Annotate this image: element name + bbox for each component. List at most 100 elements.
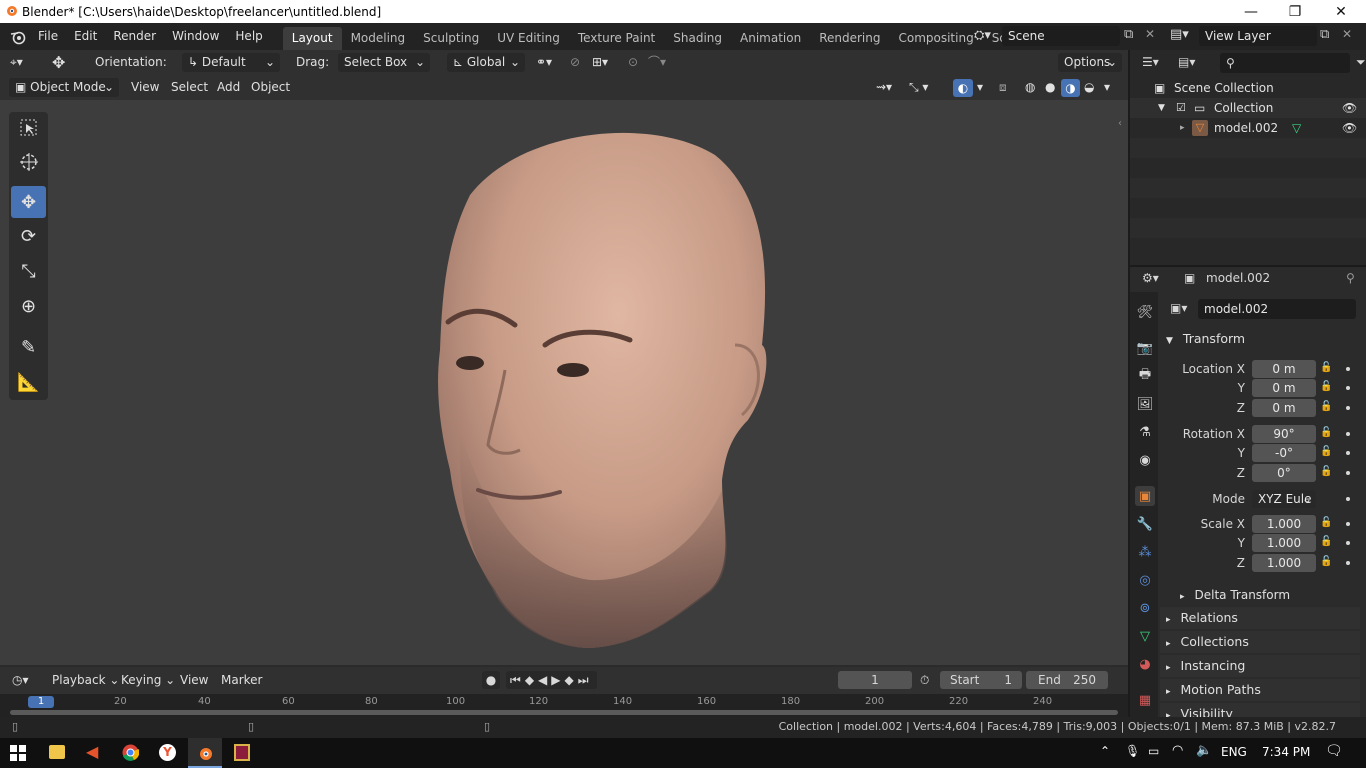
timeline-scrollbar[interactable] [10,710,1118,715]
tab-shading[interactable]: Shading [664,27,731,50]
tab-uv-editing[interactable]: UV Editing [488,27,569,50]
record-button[interactable]: ● [482,671,500,689]
world-tab-icon[interactable]: ◉ [1135,450,1155,470]
outliner-row-collection[interactable]: ▼ ☑ ▭ Collection 👁 [1130,98,1366,118]
playhead[interactable]: 1 [28,696,54,708]
proportional-edit-icon[interactable]: ⊙ [628,53,638,72]
tab-animation[interactable]: Animation [731,27,810,50]
menu-window[interactable]: Window [164,23,227,50]
battery-icon[interactable]: ▭ [1148,744,1159,758]
render-tab-icon[interactable]: 📷 [1135,338,1155,358]
chrome-icon[interactable] [122,744,140,761]
instancing-panel-header[interactable]: ▸ Instancing [1160,655,1360,677]
sidebar-toggle-icon[interactable]: ‹ [1118,118,1122,129]
tab-layout[interactable]: Layout [282,27,342,50]
current-frame-field[interactable]: 1 [838,671,912,689]
orientation-dropdown[interactable]: ↳ Default ⌄ [182,53,280,72]
viewport-menu-select[interactable]: Select [171,78,208,97]
timeline-editor-icon[interactable]: ◷▾ [12,671,29,690]
timeline-menu-marker[interactable]: Marker [221,671,262,690]
blender-menu-icon[interactable] [10,29,26,45]
keyframe-dot[interactable] [1346,406,1350,410]
measure-tool[interactable]: 📐 [11,366,46,398]
scene-name-field[interactable]: Scene [1002,26,1120,46]
menu-help[interactable]: Help [227,23,270,50]
particles-tab-icon[interactable]: ⁂ [1135,542,1155,562]
data-tab-icon[interactable]: ▽ [1135,626,1155,646]
media-player-icon[interactable]: ◀ [86,742,98,761]
scale-tool[interactable]: ⤡ [11,255,46,287]
delta-transform-subpanel[interactable]: ▸ Delta Transform [1172,584,1366,606]
notifications-icon[interactable]: 🗨 [1325,743,1343,759]
move-tool[interactable]: ✥ [11,186,46,218]
location-z-field[interactable]: 0 m [1252,399,1316,417]
modifier-tab-icon[interactable]: 🔧 [1135,514,1155,534]
keyframe-dot[interactable] [1346,386,1350,390]
scene-icon[interactable]: ⛭▾ [974,28,991,43]
relations-panel-header[interactable]: ▸ Relations [1160,607,1360,629]
yandex-browser-icon[interactable]: Y [159,744,176,761]
output-tab-icon[interactable]: 🖶 [1135,366,1155,386]
lock-icon[interactable]: 🔓 [1320,362,1332,373]
cursor-tool[interactable] [11,146,46,178]
head-model[interactable] [0,100,1128,665]
jump-start-icon[interactable]: ⏮ [510,673,525,687]
playback-menu[interactable]: Playback ⌄ [52,671,119,690]
object-name-field[interactable]: model.002 [1198,299,1356,319]
tab-sculpting[interactable]: Sculpting [414,27,488,50]
filter-icon[interactable]: ⏷ [1356,55,1366,70]
file-explorer-icon[interactable] [49,745,65,759]
scale-x-field[interactable]: 1.000 [1252,515,1316,533]
rotation-x-field[interactable]: 90° [1252,425,1316,443]
menu-file[interactable]: File [30,23,66,50]
motion-paths-panel-header[interactable]: ▸ Motion Paths [1160,679,1360,701]
object-type-icon[interactable]: ▣▾ [1170,301,1187,315]
rendered-shading-icon[interactable]: ◒ [1084,78,1094,97]
collections-panel-header[interactable]: ▸ Collections [1160,631,1360,653]
keyframe-dot[interactable] [1346,541,1350,545]
wifi-icon[interactable]: ◠ [1172,743,1183,758]
solid-shading-icon[interactable]: ● [1045,78,1055,97]
lock-icon[interactable]: 🔓 [1320,466,1332,477]
lock-icon[interactable]: 🔓 [1320,381,1332,392]
winrar-icon[interactable] [234,744,250,761]
timeline-ruler[interactable]: 1 20 40 60 80 100 120 140 160 180 200 22… [0,694,1128,717]
end-frame-field[interactable]: End 250 [1026,671,1108,689]
keyframe-dot[interactable] [1346,471,1350,475]
lock-icon[interactable]: 🔓 [1320,556,1332,567]
rotate-tool[interactable]: ⟳ [11,220,46,252]
location-y-field[interactable]: 0 m [1252,379,1316,397]
play-icon[interactable]: ▶ [551,673,564,687]
outliner-row-scene-collection[interactable]: ▣ Scene Collection [1130,78,1366,98]
transform-tool[interactable]: ⊕ [11,290,46,322]
keyframe-dot[interactable] [1346,432,1350,436]
pivot-point-icon[interactable]: ⚭▾ [536,53,552,72]
physics-tab-icon[interactable]: ◎ [1135,570,1155,590]
falloff-icon[interactable]: ⌒▾ [648,53,666,72]
material-tab-icon[interactable]: ◕ [1135,654,1155,674]
lock-icon[interactable]: 🔓 [1320,427,1332,438]
rotation-y-field[interactable]: -0° [1252,444,1316,462]
properties-editor-icon[interactable]: ⚙▾ [1142,271,1159,285]
tab-rendering[interactable]: Rendering [810,27,889,50]
maximize-button[interactable]: ❐ [1272,0,1318,23]
prev-keyframe-icon[interactable]: ◆ [525,673,538,687]
remove-scene-icon[interactable]: ✕ [1145,27,1155,41]
viewport-menu-view[interactable]: View [131,78,159,97]
visibility-panel-header[interactable]: ▸ Visibility [1160,703,1360,717]
scale-z-field[interactable]: 1.000 [1252,554,1316,572]
menu-edit[interactable]: Edit [66,23,105,50]
tray-overflow-icon[interactable]: ⌃ [1100,744,1110,758]
lock-icon[interactable]: 🔓 [1320,401,1332,412]
outliner-search-input[interactable]: ⚲ [1220,53,1350,73]
selectability-icon[interactable]: ⇝▾ [876,78,892,97]
expand-arrow-icon[interactable]: ▸ [1180,118,1185,138]
gizmo-icon[interactable]: ⤡ ▾ [909,78,928,97]
scene-tab-icon[interactable]: ⚗ [1135,422,1155,442]
location-x-field[interactable]: 0 m [1252,360,1316,378]
pin-icon[interactable]: ⚲ [1346,271,1355,285]
tab-texture-paint[interactable]: Texture Paint [569,27,664,50]
mesh-data-icon[interactable]: ▽ [1292,118,1301,138]
viewport-menu-add[interactable]: Add [217,78,240,97]
close-button[interactable]: ✕ [1318,0,1364,23]
